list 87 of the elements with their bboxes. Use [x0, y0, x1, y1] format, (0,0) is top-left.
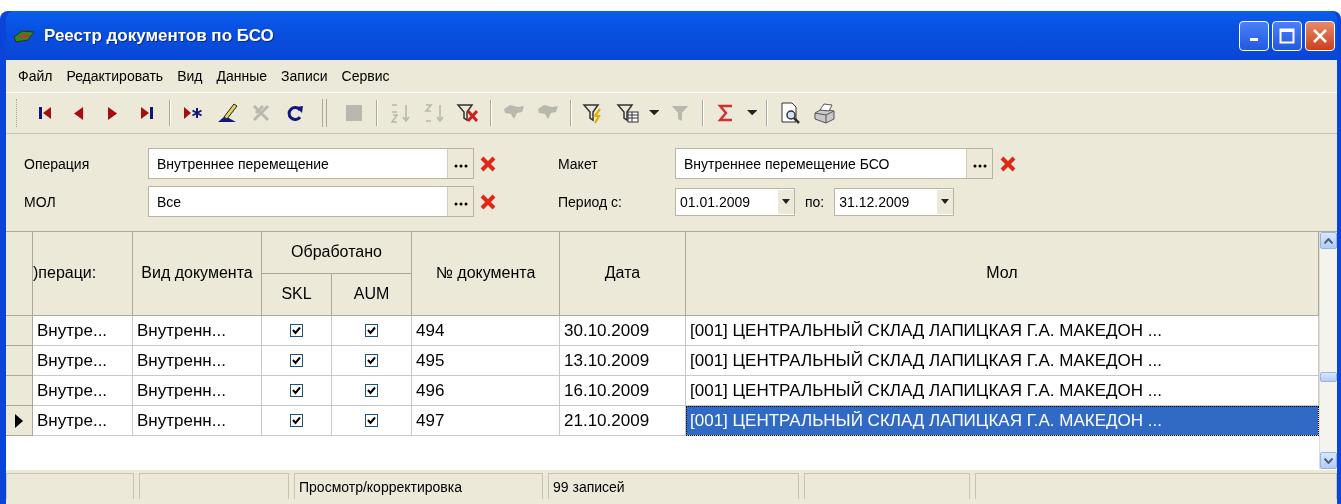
- column-header[interactable]: AUM: [332, 274, 412, 316]
- table-cell: 16.10.2009: [560, 376, 686, 406]
- table-cell: Внутренн...: [133, 406, 262, 436]
- browse-button[interactable]: [447, 187, 474, 216]
- table-cell: 494: [412, 316, 560, 346]
- print-preview-icon: [778, 101, 802, 125]
- minimize-button[interactable]: [1239, 20, 1269, 51]
- table-cell: 13.10.2009: [560, 346, 686, 376]
- menu-item[interactable]: Сервис: [335, 66, 396, 86]
- table-cell: Внутренн...: [133, 316, 262, 346]
- table-cell: Внутре...: [33, 346, 133, 376]
- previous-icon: [74, 106, 84, 120]
- checkbox[interactable]: [290, 384, 303, 397]
- table-cell: 497: [412, 406, 560, 436]
- ellipsis-icon: [453, 200, 468, 207]
- dropdown-caret-icon: [941, 199, 950, 204]
- table-cell: 496: [412, 376, 560, 406]
- field-label: МОЛ: [24, 193, 57, 210]
- app-icon: [12, 27, 36, 44]
- date-field[interactable]: 31.12.2009: [834, 187, 955, 216]
- sort-ascending-icon: [388, 101, 412, 125]
- checkbox[interactable]: [290, 324, 303, 337]
- close-icon: [1312, 27, 1328, 44]
- scroll-up-button[interactable]: [1320, 232, 1337, 249]
- dropdown-caret-icon: [746, 110, 758, 116]
- clear-filter-icon: [456, 101, 480, 125]
- table-cell: Внутре...: [33, 406, 133, 436]
- lookup-field[interactable]: Внутреннее перемещение БСО: [675, 148, 993, 179]
- scrollbar[interactable]: [1319, 232, 1337, 469]
- window-title: Реестр документов по БСО: [44, 25, 275, 46]
- table-cell: Внутренн...: [133, 346, 262, 376]
- menu-item[interactable]: Редактировать: [60, 66, 170, 86]
- browse-button[interactable]: [966, 149, 992, 178]
- next-icon: [108, 106, 118, 120]
- dropdown-button[interactable]: [778, 189, 794, 214]
- table-cell: 495: [412, 346, 560, 376]
- dropdown-caret-icon: [782, 199, 790, 204]
- table-cell: [001] ЦЕНТРАЛЬНЫЙ СКЛАД ЛАПИЦКАЯ Г.А. МАКЕДОН ...: [686, 316, 1319, 346]
- table-cell: 30.10.2009: [560, 316, 686, 346]
- column-header[interactable]: Дата: [560, 232, 686, 316]
- dropdown-button[interactable]: [937, 189, 954, 214]
- lookup-field[interactable]: Внутреннее перемещение: [148, 148, 475, 179]
- field-label: Макет: [558, 155, 599, 172]
- browse-button[interactable]: [447, 149, 474, 178]
- close-button[interactable]: [1305, 20, 1335, 51]
- dropdown-caret-icon: [648, 110, 660, 116]
- status-panel: 99 записей: [548, 473, 799, 499]
- menu-item[interactable]: Данные: [210, 66, 274, 86]
- column-header[interactable]: Мол: [686, 232, 1319, 316]
- printer-icon: [812, 101, 836, 125]
- menu-item[interactable]: Файл: [12, 66, 59, 86]
- field-label: по:: [805, 193, 825, 210]
- status-panel: Просмотр/корректировка: [294, 473, 543, 499]
- checkbox[interactable]: [365, 354, 378, 367]
- row-header[interactable]: [6, 406, 33, 436]
- field-label: Период с:: [558, 193, 623, 210]
- minimize-icon: [1250, 38, 1258, 41]
- checkbox[interactable]: [365, 414, 378, 427]
- date-field[interactable]: 01.01.2009: [675, 187, 795, 216]
- filter-table-icon: [616, 101, 640, 125]
- column-header[interactable]: Вид документа: [133, 232, 262, 316]
- scroll-thumb[interactable]: [1320, 372, 1337, 382]
- scroll-down-button[interactable]: [1320, 452, 1337, 469]
- chevron-down-icon: [1324, 457, 1333, 464]
- lookup-field[interactable]: Все: [148, 186, 475, 217]
- ellipsis-icon: [972, 162, 987, 169]
- table-cell: Внутре...: [33, 376, 133, 406]
- checkbox[interactable]: [365, 384, 378, 397]
- maximize-icon: [1279, 27, 1295, 44]
- table-cell: [001] ЦЕНТРАЛЬНЫЙ СКЛАД ЛАПИЦКАЯ Г.А. МАКЕДОН ...: [686, 406, 1319, 436]
- column-header[interactable]: )пераци:: [33, 232, 133, 316]
- menu-item[interactable]: Вид: [171, 66, 209, 86]
- ellipsis-icon: [453, 162, 468, 169]
- table-cell: Внутре...: [33, 316, 133, 346]
- field-label: Операция: [24, 155, 91, 172]
- chevron-up-icon: [1324, 237, 1333, 244]
- maximize-button[interactable]: [1272, 20, 1302, 51]
- checkbox[interactable]: [365, 324, 378, 337]
- table-cell: Внутренн...: [133, 376, 262, 406]
- column-header[interactable]: SKL: [262, 274, 332, 316]
- column-header[interactable]: Обработано: [262, 232, 412, 274]
- checkbox[interactable]: [290, 414, 303, 427]
- sort-descending-icon: [422, 101, 446, 125]
- menu-item[interactable]: Записи: [275, 66, 334, 86]
- table-cell: [001] ЦЕНТРАЛЬНЫЙ СКЛАД ЛАПИЦКАЯ Г.А. МАКЕДОН ...: [686, 346, 1319, 376]
- checkbox[interactable]: [290, 354, 303, 367]
- column-header[interactable]: № документа: [412, 232, 560, 316]
